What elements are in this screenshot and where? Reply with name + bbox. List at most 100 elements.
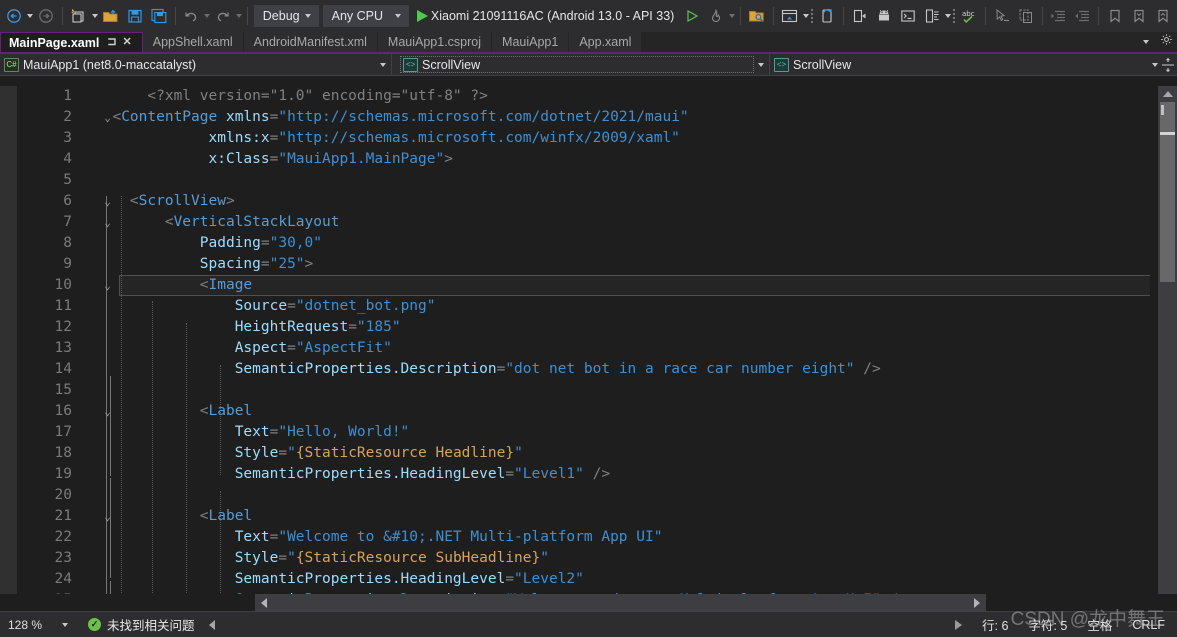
undo-dropdown-icon[interactable] <box>203 3 211 29</box>
new-item-icon[interactable] <box>67 3 91 29</box>
tab-mauiapp1[interactable]: MauiApp1 <box>492 32 570 52</box>
bookmark-next-icon[interactable] <box>1127 3 1151 29</box>
tab-androidmanifest-xml[interactable]: AndroidManifest.xml <box>243 32 378 52</box>
code-line[interactable]: 23 Style="{StaticResource SubHeadline}" <box>0 548 1158 569</box>
decrease-indent-icon[interactable] <box>1070 3 1094 29</box>
window-layout-dropdown-icon[interactable] <box>802 3 810 29</box>
code-lines-container[interactable]: 1 <?xml version="1.0" encoding="utf-8" ?… <box>0 86 1158 611</box>
save-icon[interactable] <box>123 3 147 29</box>
window-layout-icon[interactable] <box>778 3 802 29</box>
code-line[interactable]: 8 Padding="30,0" <box>0 233 1158 254</box>
device-refresh-icon[interactable] <box>815 3 839 29</box>
start-without-debugging-icon[interactable] <box>680 3 704 29</box>
split-editor-icon[interactable] <box>1161 57 1175 72</box>
bookmark-prev-icon[interactable] <box>1151 3 1175 29</box>
device-deploy-icon[interactable] <box>848 3 872 29</box>
chevron-down-icon[interactable] <box>1148 52 1161 78</box>
undo-icon[interactable] <box>179 3 203 29</box>
chevron-down-icon[interactable] <box>300 14 316 18</box>
chevron-down-icon[interactable] <box>376 52 389 78</box>
save-all-icon[interactable] <box>147 3 171 29</box>
code-line[interactable]: 22 Text="Welcome to &#10;.NET Multi-plat… <box>0 527 1158 548</box>
tab-settings-icon[interactable] <box>1160 33 1173 51</box>
hot-reload-icon[interactable] <box>704 3 728 29</box>
code-line[interactable]: 10 ⌄ <Image <box>0 275 1158 296</box>
platform-selector[interactable]: Any CPU <box>322 4 409 27</box>
code-text: SemanticProperties.HeadingLevel="Level1"… <box>234 466 611 482</box>
code-line[interactable]: 7 ⌄ <VerticalStackLayout <box>0 212 1158 233</box>
spellcheck-abc-icon[interactable]: abc <box>957 3 981 29</box>
vertical-scrollbar[interactable] <box>1158 86 1177 611</box>
navigate-backward-icon[interactable] <box>2 3 26 29</box>
next-issue-icon[interactable] <box>955 619 963 630</box>
search-folder-icon[interactable] <box>745 3 769 29</box>
copy-icon[interactable] <box>1014 3 1038 29</box>
code-line[interactable]: 13 Aspect="AspectFit" <box>0 338 1158 359</box>
code-line[interactable]: 19 SemanticProperties.HeadingLevel="Leve… <box>0 464 1158 485</box>
terminal-icon[interactable] <box>896 3 920 29</box>
member-selector-left[interactable]: <> ScrollView <box>392 54 770 75</box>
vertical-scrollbar-thumb[interactable] <box>1160 102 1175 282</box>
close-tab-icon[interactable]: ✕ <box>123 37 132 48</box>
start-debugging-button[interactable]: Xiaomi 21091116AC (Android 13.0 - API 33… <box>411 3 680 29</box>
zoom-selector[interactable]: 128 % <box>4 614 72 636</box>
tab-list-dropdown-icon[interactable] <box>1139 31 1152 53</box>
hot-reload-dropdown-icon[interactable] <box>728 3 736 29</box>
pin-tab-icon[interactable]: ⊐ <box>107 37 116 48</box>
tab-mainpage-xaml[interactable]: MainPage.xaml ⊐ ✕ <box>0 32 143 52</box>
horizontal-scrollbar-thumb[interactable] <box>273 596 967 609</box>
android-device-manager-icon[interactable] <box>872 3 896 29</box>
scroll-right-arrow-icon[interactable] <box>968 594 985 611</box>
code-line[interactable]: 5 <box>0 170 1158 191</box>
configuration-selector[interactable]: Debug <box>253 4 319 27</box>
redo-dropdown-icon[interactable] <box>235 3 243 29</box>
code-line[interactable]: 21 ⌄ <Label <box>0 506 1158 527</box>
code-line[interactable]: 3 xmlns:x="http://schemas.microsoft.com/… <box>0 128 1158 149</box>
code-line[interactable]: 16 ⌄ <Label <box>0 401 1158 422</box>
increase-indent-icon[interactable] <box>1046 3 1070 29</box>
main-toolbar: Debug Any CPU Xiaomi 21091116AC (Android… <box>0 0 1177 32</box>
eol-indicator[interactable]: CRLF <box>1132 618 1165 632</box>
project-selector[interactable]: C# MauiApp1 (net8.0-maccatalyst) <box>0 54 392 75</box>
indent-indicator[interactable]: 空格 <box>1087 615 1112 634</box>
code-text: Style="{StaticResource SubHeadline}" <box>234 550 549 566</box>
horizontal-scrollbar[interactable] <box>0 594 1177 611</box>
code-line[interactable]: 15 <box>0 380 1158 401</box>
device-dropdown-icon[interactable] <box>944 3 952 29</box>
code-line[interactable]: 4 x:Class="MauiApp1.MainPage"> <box>0 149 1158 170</box>
chevron-down-icon[interactable] <box>58 623 72 627</box>
scroll-left-arrow-icon[interactable] <box>255 594 272 611</box>
chevron-down-icon[interactable] <box>754 52 767 78</box>
code-line[interactable]: 6 ⌄ <ScrollView> <box>0 191 1158 212</box>
code-line[interactable]: 12 HeightRequest="185" <box>0 317 1158 338</box>
tab-app-xaml[interactable]: App.xaml <box>569 32 643 52</box>
status-bar: 128 % ✓ 未找到相关问题 行: 6 字符: 5 空格 CRLF <box>0 611 1177 637</box>
scrollbar-change-mark <box>1161 105 1164 115</box>
code-line[interactable]: 20 <box>0 485 1158 506</box>
redo-icon[interactable] <box>211 3 235 29</box>
code-line[interactable]: 2 ⌄ <ContentPage xmlns="http://schemas.mi… <box>0 107 1158 128</box>
device-log-icon[interactable] <box>920 3 944 29</box>
code-line[interactable]: 17 Text="Hello, World!" <box>0 422 1158 443</box>
code-line[interactable]: 14 SemanticProperties.Description="dot n… <box>0 359 1158 380</box>
open-file-icon[interactable] <box>99 3 123 29</box>
issues-status[interactable]: ✓ 未找到相关问题 <box>88 615 195 634</box>
code-editor[interactable]: 1 <?xml version="1.0" encoding="utf-8" ?… <box>0 86 1177 611</box>
navigate-forward-icon[interactable] <box>34 3 58 29</box>
code-line[interactable]: 9 Spacing="25"> <box>0 254 1158 275</box>
previous-issue-icon[interactable] <box>208 619 215 630</box>
code-line[interactable]: 11 Source="dotnet_bot.png" <box>0 296 1158 317</box>
tab-mauiapp1-csproj[interactable]: MauiApp1.csproj <box>377 32 493 52</box>
bookmark-icon[interactable] <box>1103 3 1127 29</box>
chevron-down-icon[interactable] <box>390 14 406 18</box>
code-line[interactable]: 24 SemanticProperties.HeadingLevel="Leve… <box>0 569 1158 590</box>
code-line[interactable]: 18 Style="{StaticResource Headline}" <box>0 443 1158 464</box>
tab-appshell-xaml[interactable]: AppShell.xaml <box>142 32 244 52</box>
scroll-up-arrow-icon[interactable] <box>1158 86 1177 101</box>
navigate-backward-dropdown-icon[interactable] <box>26 3 34 29</box>
member-selector-right[interactable]: <> ScrollView <box>770 54 1177 75</box>
new-item-dropdown-icon[interactable] <box>91 3 99 29</box>
code-line[interactable]: 1 <?xml version="1.0" encoding="utf-8" ?… <box>0 86 1158 107</box>
tab-label: MainPage.xaml <box>9 35 100 50</box>
pointer-select-icon[interactable] <box>990 3 1014 29</box>
